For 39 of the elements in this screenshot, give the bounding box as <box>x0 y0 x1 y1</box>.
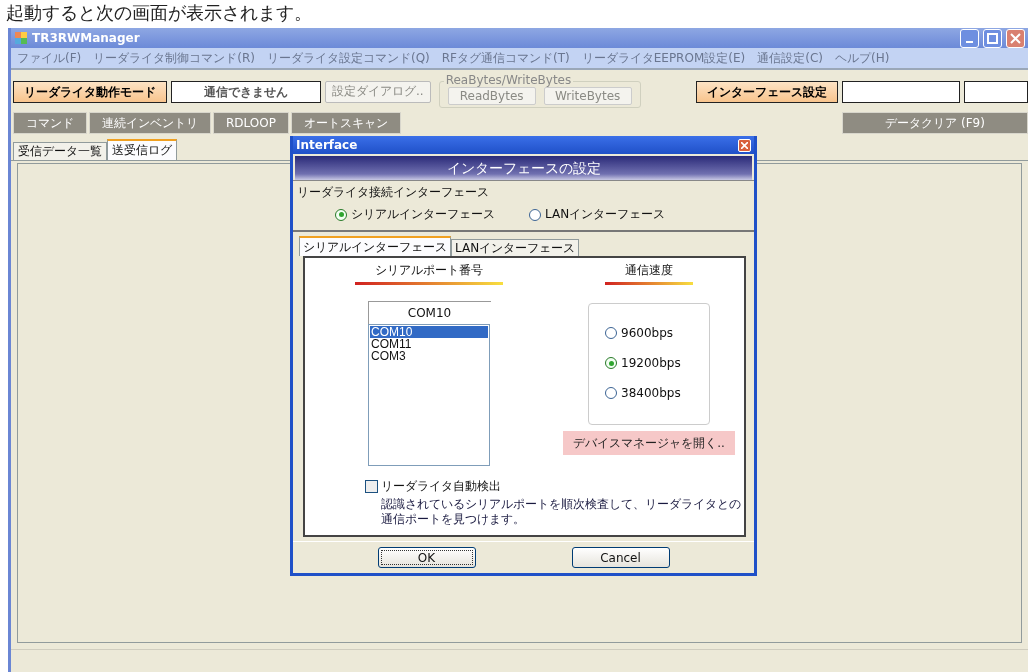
list-item[interactable]: COM10 <box>370 326 488 338</box>
minimize-button[interactable] <box>960 28 979 48</box>
port-field: COM10 <box>367 301 491 324</box>
tab[interactable]: LANインターフェース <box>451 239 580 256</box>
interface-settings-label: インターフェース設定 <box>696 80 838 103</box>
info-field <box>964 80 1028 103</box>
radio-option[interactable]: 38400bps <box>605 386 709 400</box>
maximize-icon <box>987 32 998 44</box>
tab[interactable]: シリアルインターフェース <box>299 236 451 256</box>
radio-label: 38400bps <box>621 386 681 400</box>
dialog-header: インターフェースの設定 <box>295 156 752 180</box>
dialog-title: Interface <box>296 138 358 152</box>
radio-label: 9600bps <box>621 326 674 340</box>
close-icon <box>1010 32 1021 44</box>
column-heading: シリアルポート番号 <box>355 262 503 285</box>
mode-label: リーダライタ動作モード <box>13 80 167 103</box>
dialog-button[interactable]: Cancel <box>571 547 670 568</box>
window-title: TR3RWManager <box>32 31 140 45</box>
status-field: 通信できません <box>171 80 321 103</box>
close-icon <box>741 141 748 149</box>
minimize-icon <box>966 40 973 43</box>
radio-label: 19200bps <box>621 356 681 370</box>
group-title: ReaBytes/WriteBytes <box>443 73 574 87</box>
device-manager-button[interactable]: デバイスマネージャを開く.. <box>563 431 735 455</box>
close-button[interactable] <box>738 138 751 152</box>
radio-option[interactable]: 9600bps <box>605 326 709 340</box>
list-item[interactable]: COM3 <box>370 350 488 362</box>
maximize-button[interactable] <box>983 28 1002 48</box>
list-item[interactable]: COM11 <box>370 338 488 350</box>
dialog-button[interactable]: OK <box>377 547 476 568</box>
app-icon <box>14 31 28 45</box>
group-label: リーダライタ接続インターフェース <box>293 180 754 201</box>
tab[interactable]: 受信データ一覧 <box>13 142 107 160</box>
caption-text: 起動すると次の画面が表示されます。 <box>6 1 313 25</box>
column-heading: 通信速度 <box>605 262 693 285</box>
radio-option[interactable]: 19200bps <box>605 356 709 370</box>
close-button[interactable] <box>1006 28 1025 48</box>
auto-detect-note: 認識されているシリアルポートを順次検査して、リーダライタとの通信ポートを見つけます。 <box>381 497 742 527</box>
tab[interactable]: 送受信ログ <box>107 139 177 160</box>
